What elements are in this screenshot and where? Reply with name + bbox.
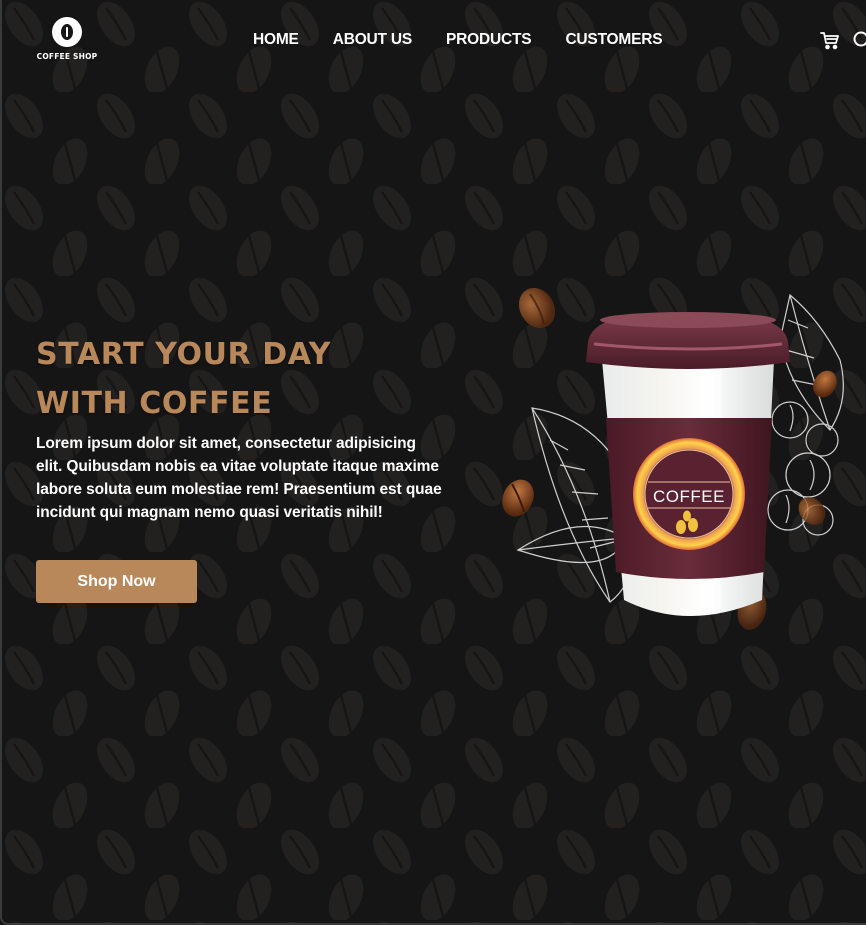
coffee-cup-illustration: COFFEE [502, 287, 844, 630]
site-header: COFFEE SHOP HOME ABOUT US PRODUCTS CUSTO… [0, 0, 866, 82]
coffee-bean-logo-icon [52, 17, 82, 47]
nav-about-us[interactable]: ABOUT US [333, 31, 413, 49]
hero-title: START YOUR DAY WITH COFFEE [36, 330, 331, 428]
hero-title-line1: START YOUR DAY [36, 337, 332, 372]
main-nav: HOME ABOUT US PRODUCTS CUSTOMERS [253, 31, 696, 49]
cup-label: COFFEE [653, 487, 725, 506]
hero-description: Lorem ipsum dolor sit amet, consectetur … [36, 435, 442, 521]
nav-customers[interactable]: CUSTOMERS [565, 31, 662, 49]
header-icons [820, 30, 866, 54]
logo-text: COFFEE SHOP [36, 52, 98, 61]
search-icon[interactable] [852, 30, 866, 54]
nav-home[interactable]: HOME [253, 31, 299, 49]
shop-now-button[interactable]: Shop Now [36, 560, 197, 603]
logo[interactable]: COFFEE SHOP [36, 17, 98, 61]
hero-title-line2: WITH COFFEE [36, 386, 273, 421]
cup: COFFEE [586, 312, 790, 616]
cart-icon[interactable] [820, 30, 840, 54]
nav-products[interactable]: PRODUCTS [446, 31, 532, 49]
